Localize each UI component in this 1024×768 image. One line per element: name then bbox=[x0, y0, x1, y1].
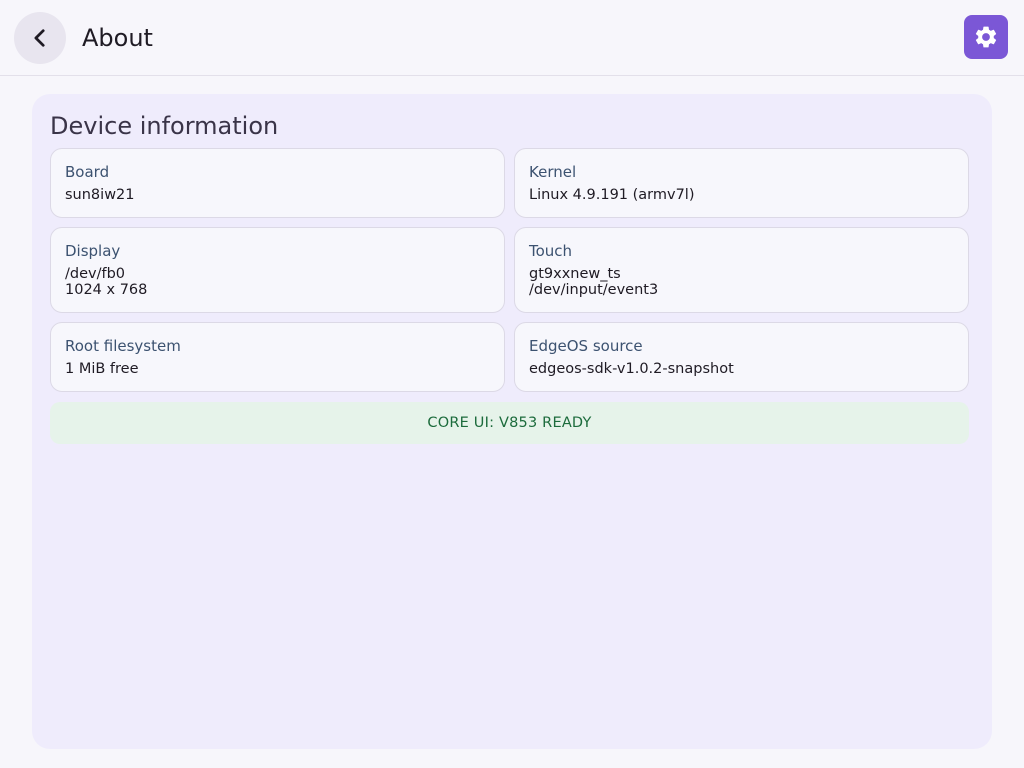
info-card-root-filesystem: Root filesystem 1 MiB free bbox=[50, 322, 505, 392]
card-label: Display bbox=[65, 242, 121, 260]
page-title: About bbox=[82, 24, 153, 52]
card-label: Root filesystem bbox=[65, 337, 181, 355]
info-card-display: Display /dev/fb0 1024 x 768 bbox=[50, 227, 505, 313]
card-label: Touch bbox=[529, 242, 573, 260]
section-title: Device information bbox=[50, 112, 279, 140]
card-value: 1024 x 768 bbox=[65, 282, 148, 298]
card-value: sun8iw21 bbox=[65, 187, 135, 203]
card-value: edgeos-sdk-v1.0.2-snapshot bbox=[529, 361, 734, 377]
device-info-panel: Device information Board sun8iw21 Kernel… bbox=[32, 94, 992, 749]
back-button[interactable] bbox=[14, 12, 66, 64]
card-label: Board bbox=[65, 163, 110, 181]
status-banner: CORE UI: V853 READY bbox=[50, 402, 969, 444]
info-card-board: Board sun8iw21 bbox=[50, 148, 505, 218]
info-card-edgeos-source: EdgeOS source edgeos-sdk-v1.0.2-snapshot bbox=[514, 322, 969, 392]
card-value: /dev/input/event3 bbox=[529, 282, 659, 298]
card-value: 1 MiB free bbox=[65, 361, 139, 377]
top-app-bar: About bbox=[0, 0, 1024, 76]
info-card-kernel: Kernel Linux 4.9.191 (armv7l) bbox=[514, 148, 969, 218]
card-label: Kernel bbox=[529, 163, 577, 181]
info-card-touch: Touch gt9xxnew_ts /dev/input/event3 bbox=[514, 227, 969, 313]
card-value: Linux 4.9.191 (armv7l) bbox=[529, 187, 695, 203]
settings-button[interactable] bbox=[964, 15, 1008, 59]
gear-icon bbox=[975, 26, 997, 48]
card-value: gt9xxnew_ts bbox=[529, 266, 621, 282]
card-label: EdgeOS source bbox=[529, 337, 643, 355]
card-value: /dev/fb0 bbox=[65, 266, 126, 282]
chevron-left-icon bbox=[34, 29, 45, 47]
